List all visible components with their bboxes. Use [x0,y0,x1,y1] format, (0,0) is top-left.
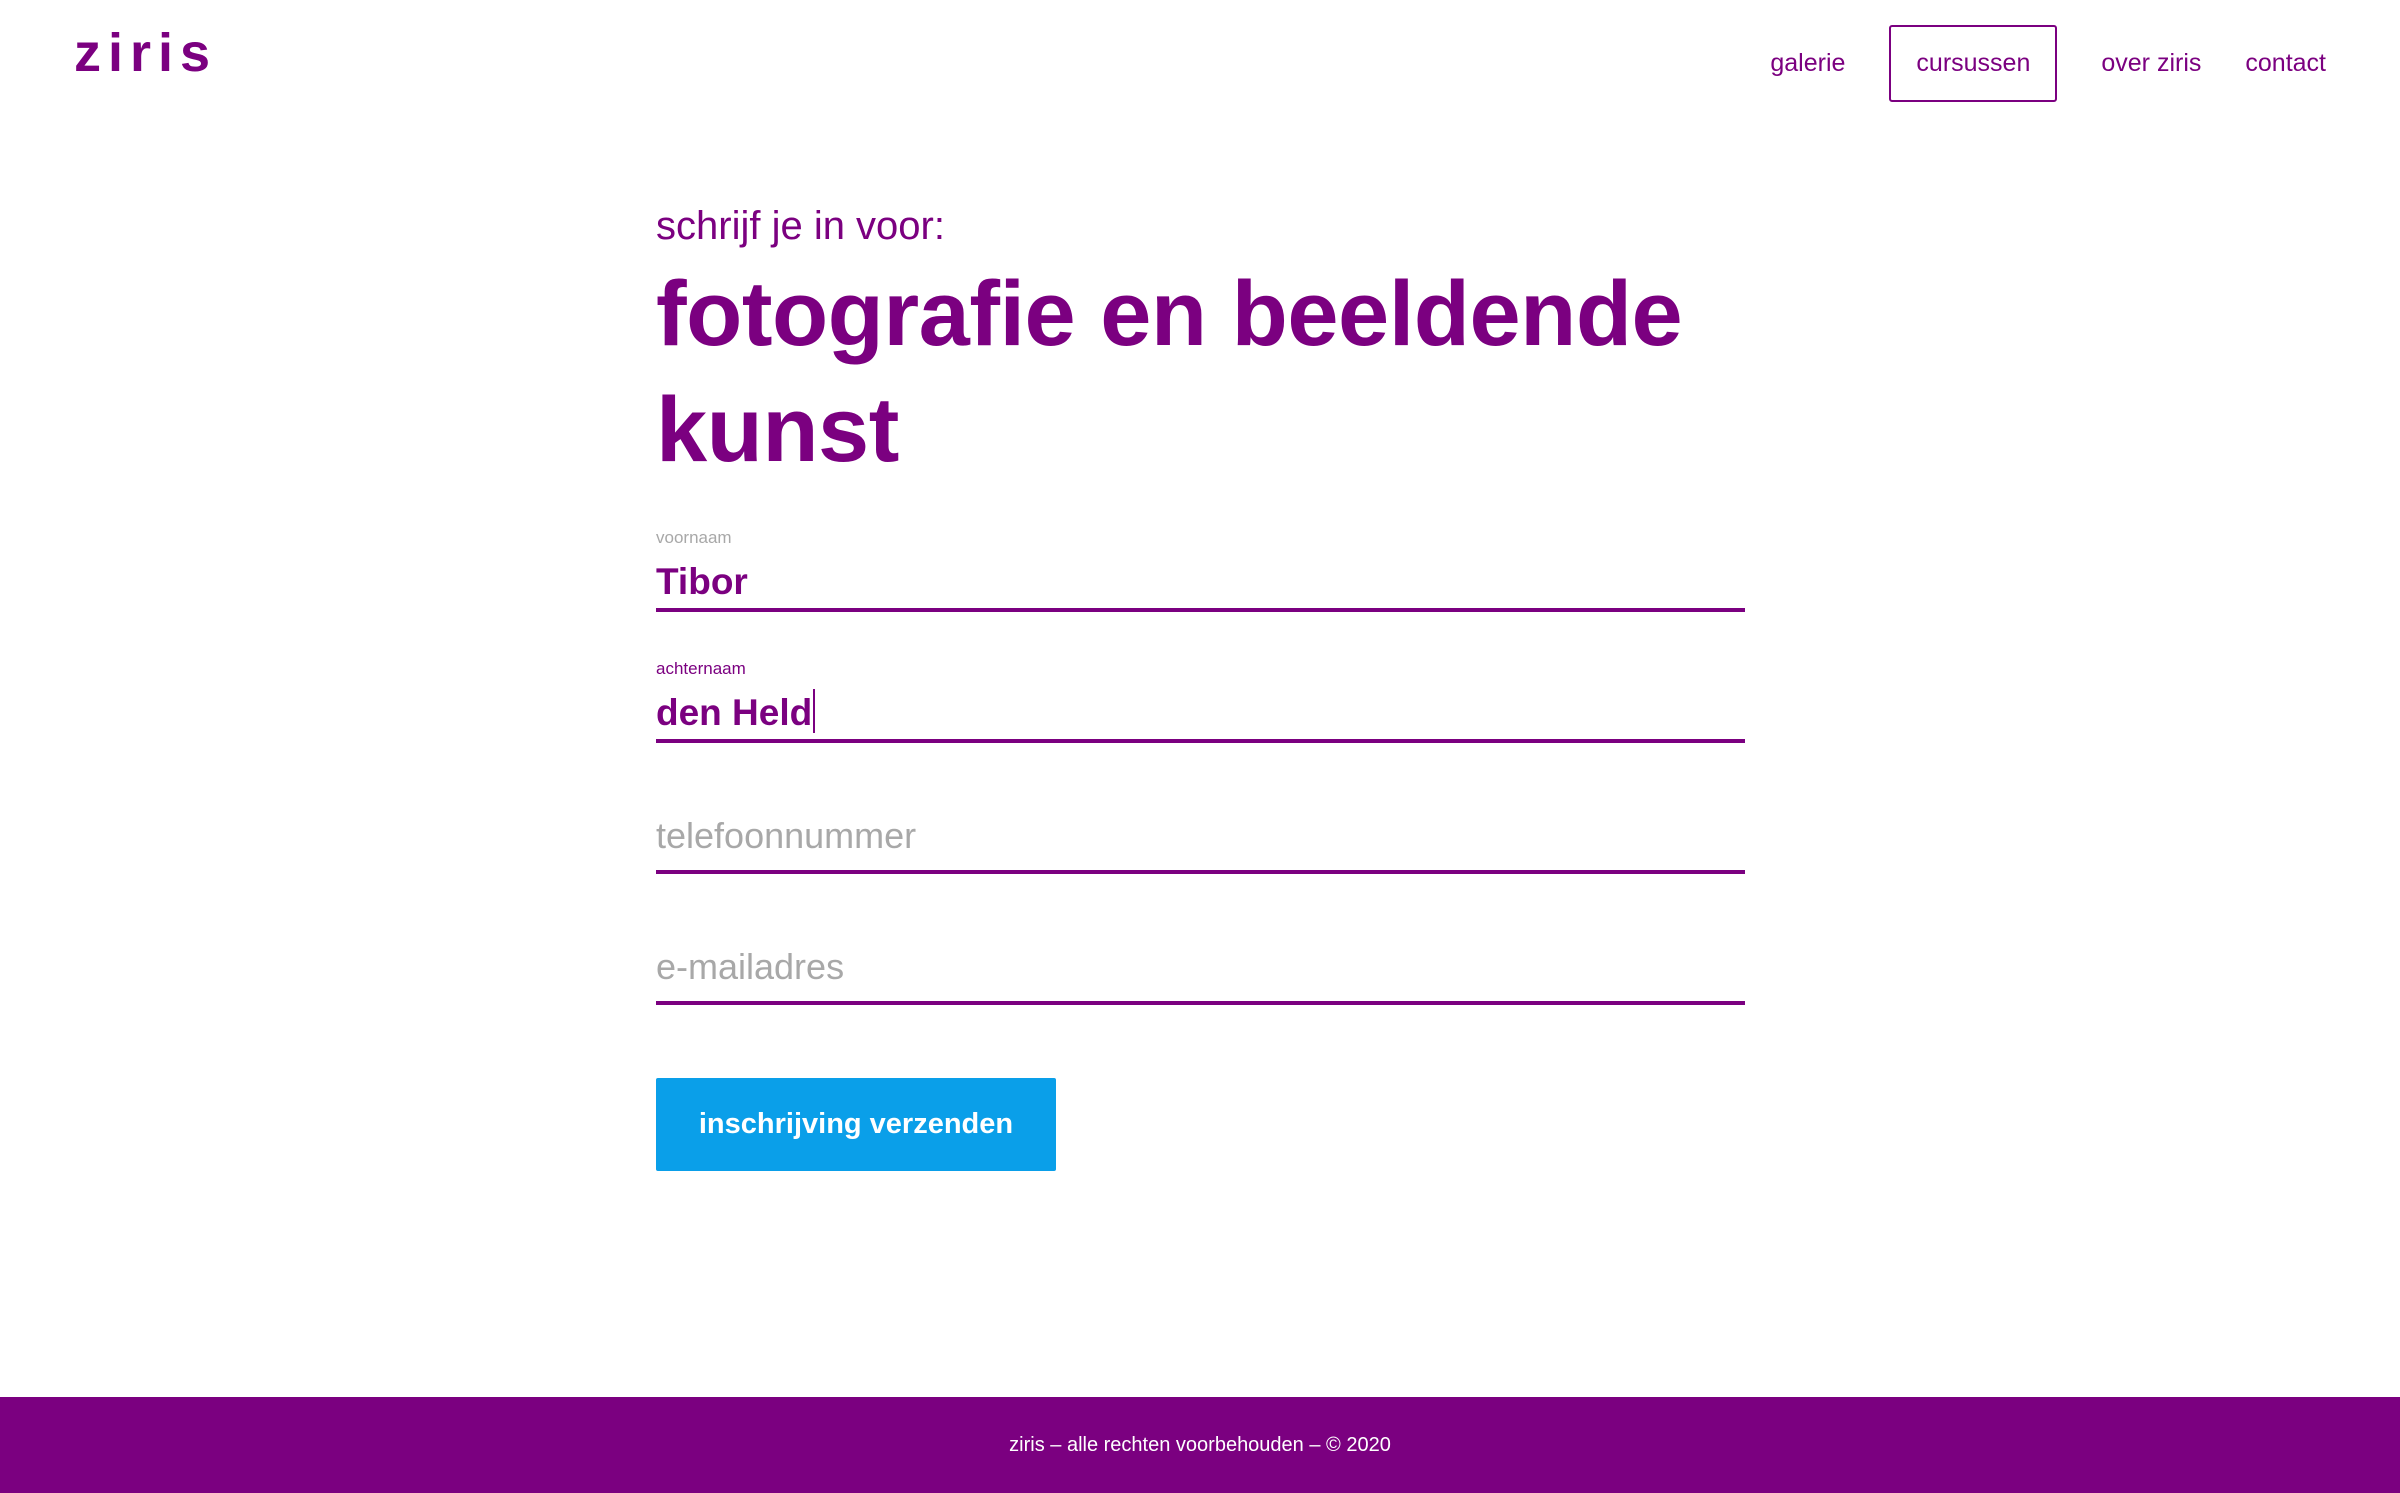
footer-copyright: ziris – alle rechten voorbehouden – © 20… [1009,1433,1391,1456]
last-name-value[interactable]: den Held [656,692,812,733]
last-name-value-wrap[interactable]: den Held [656,689,816,737]
first-name-field[interactable]: voornaam Tibor [656,528,1745,612]
last-name-field[interactable]: achternaam den Held [656,659,1745,743]
phone-field[interactable] [656,790,1745,874]
signup-section: schrijf je in voor: fotografie en beelde… [656,198,1746,1171]
email-input[interactable] [656,943,1745,991]
nav-link-over-ziris[interactable]: over ziris [2101,51,2201,76]
nav-link-galerie[interactable]: galerie [1770,51,1845,76]
first-name-label: voornaam [656,528,732,547]
first-name-value[interactable]: Tibor [656,558,748,606]
site-logo[interactable]: ziris [74,22,217,84]
signup-form: voornaam Tibor achternaam den Held insch… [656,528,1746,1171]
last-name-label: achternaam [656,659,746,678]
email-field[interactable] [656,921,1745,1005]
main-nav: galerie cursussen over ziris contact [1770,25,2326,102]
nav-link-contact[interactable]: contact [2245,51,2326,76]
phone-input[interactable] [656,812,1745,860]
course-title: fotografie en beeldende kunst [656,263,1683,481]
text-caret [813,689,816,733]
site-footer: ziris – alle rechten voorbehouden – © 20… [0,1397,2400,1493]
submit-button[interactable]: inschrijving verzenden [656,1078,1056,1171]
signup-eyebrow: schrijf je in voor: [656,204,945,248]
nav-link-cursussen[interactable]: cursussen [1889,25,2058,102]
page: ziris galerie cursussen over ziris conta… [0,0,2400,1493]
